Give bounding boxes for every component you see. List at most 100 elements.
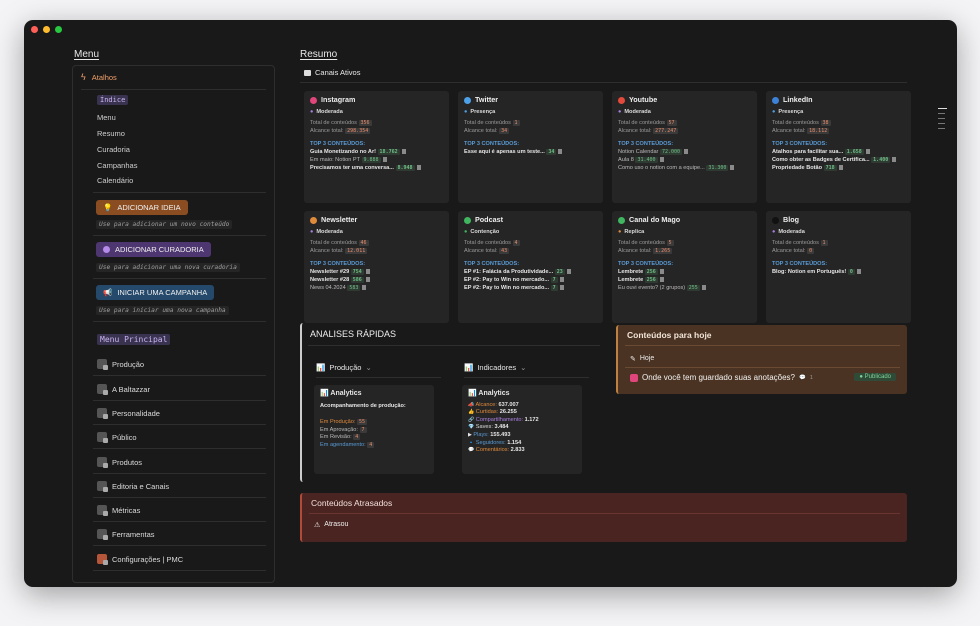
top-content-title: News 04.2024 (310, 285, 346, 291)
top-content-item[interactable]: Atalhos para facilitar sua... 1.658 (772, 148, 905, 156)
tab-producao[interactable]: 📊 Produção ⌄ (316, 363, 372, 372)
start-campaign-button[interactable]: 📢 INICIAR UMA CAMPANHA (96, 285, 215, 300)
top3-heading: TOP 3 CONTEÚDOS: (618, 141, 674, 147)
link-campanhas[interactable]: Campanhas (97, 161, 137, 170)
top-content-item[interactable]: EP #2: Pay to Win no mercado... 7 (464, 276, 597, 284)
lightbulb-icon: 💡 (103, 203, 113, 212)
total-row: Total de conteúdos 5 (618, 239, 751, 247)
link-menu[interactable]: Menu (97, 113, 116, 122)
channel-card[interactable]: Twitter ● Presença Total de conteúdos 1 Alca… (458, 91, 603, 203)
alcance-label: Alcance total: (310, 248, 344, 254)
channel-card[interactable]: Youtube ● Moderada Total de conteúdos 57 Alc… (612, 91, 757, 203)
indicador-value: 1.172 (524, 416, 539, 423)
top-content-item[interactable]: Em maio: Notion PT 9.888 (310, 156, 443, 164)
menu-item-produtos[interactable]: Produtos (97, 457, 142, 468)
row-label: Em Produção: (320, 419, 356, 426)
top-content-item[interactable]: Lembrete 256 (618, 276, 751, 284)
alcance-row: Alcance total: 12.011 (310, 247, 443, 255)
menu-item-editoria[interactable]: Editoria e Canais (97, 481, 170, 492)
row-label: Em Aprovação: (320, 426, 358, 433)
indicadores-analytics-card[interactable]: 📊 Analytics 📣 Alcance: 637.007 👍 Curtidas… (462, 385, 582, 474)
top-content-item[interactable]: Propriedade Botão 718 (772, 164, 905, 172)
page-icon (382, 157, 387, 163)
divider (93, 424, 266, 425)
producao-analytics-card[interactable]: 📊 Analytics Acompanhamento de produção: … (314, 385, 434, 474)
atrasados-view[interactable]: ⚠ Atrasou (314, 521, 348, 529)
top-content-item[interactable]: Esse aqui é apenas um teste... 34 (464, 148, 597, 156)
menu-item-label: Editoria e Canais (112, 481, 170, 491)
channel-card[interactable]: Podcast ● Contenção Total de conteúdos 4 Alc… (458, 211, 603, 323)
channel-card[interactable]: Newsletter ● Moderada Total de conteúdos 46… (304, 211, 449, 323)
channel-status: ● Moderada (310, 228, 443, 236)
menu-item-personalidade[interactable]: Personalidade (97, 408, 160, 419)
link-indice[interactable]: Índice (97, 95, 129, 105)
top-content-item[interactable]: Lembrete 256 (618, 268, 751, 276)
add-curadoria-button[interactable]: ADICIONAR CURADORIA (96, 242, 211, 257)
menu-item-metricas[interactable]: Métricas (97, 505, 140, 516)
top-content-item[interactable]: Guia Monetizando no Ar! 18.762 (310, 148, 443, 156)
top-content-item[interactable]: Notion Calendar 72.000 (618, 148, 751, 156)
chevron-down-icon: ⌄ (520, 363, 527, 372)
total-value: 5 (666, 240, 674, 246)
status-icon: ● (310, 109, 314, 115)
channel-card[interactable]: Canal do Mago ● Replica Total de conteúdos … (612, 211, 757, 323)
add-curadoria-label: ADICIONAR CURADORIA (115, 245, 204, 254)
top-content-value: 1.400 (871, 157, 891, 163)
page-icon (856, 269, 861, 275)
top-content-item[interactable]: Newsletter #28 586 (310, 276, 443, 284)
link-calendario[interactable]: Calendário (97, 176, 133, 185)
top-content-item[interactable]: Newsletter #29 754 (310, 268, 443, 276)
menu-item-publico[interactable]: Público (97, 432, 137, 443)
tab-indicadores[interactable]: 📊 Indicadores ⌄ (464, 363, 526, 372)
menu-item-producao[interactable]: Produção (97, 359, 144, 370)
page-icon (659, 269, 664, 275)
indicador-value: 3.484 (494, 424, 509, 431)
channel-icon (772, 96, 779, 104)
menu-item-ferramentas[interactable]: Ferramentas (97, 529, 155, 540)
add-idea-button[interactable]: 💡 ADICIONAR IDEIA (96, 200, 188, 215)
top-content-item[interactable]: Como uso o notion com a equipe... 31.300 (618, 164, 751, 172)
alcance-value: 12.011 (345, 248, 368, 254)
top-content-value: 18.762 (377, 149, 400, 155)
top-content-item[interactable]: EP #2: Pay to Win no mercado... 7 (464, 284, 597, 292)
top-content-item[interactable]: EP #1: Falácia da Produtividade... 23 (464, 268, 597, 276)
zoom-window-button[interactable] (55, 26, 62, 33)
close-window-button[interactable] (31, 26, 38, 33)
analises-title: ANALISES RÁPIDAS (310, 329, 397, 339)
hoje-item[interactable]: Onde você tem guardado suas anotações? 💬… (630, 373, 813, 382)
megaphone-icon: 📢 (103, 288, 113, 297)
divider (309, 513, 900, 514)
channel-card[interactable]: Instagram ● Moderada Total de conteúdos 356… (304, 91, 449, 203)
toc-line (938, 108, 947, 109)
alcance-label: Alcance total: (772, 128, 806, 134)
channel-card[interactable]: LinkedIn ● Presença Total de conteúdos 38 Al… (766, 91, 911, 203)
menu-item-baltazzar[interactable]: A Baltazzar (97, 384, 150, 395)
top-content-item[interactable]: Eu ouvi evento? (2 grupos) 255 (618, 284, 751, 292)
menu-principal-heading: Menu Principal (97, 334, 171, 345)
channel-icon (464, 96, 471, 104)
resumo-title: Resumo (300, 49, 338, 60)
row-label: Em Revisão: (320, 434, 352, 441)
top-content-value: 9.888 (361, 157, 381, 163)
divider (93, 570, 266, 571)
top-content-item[interactable]: News 04.2024 583 (310, 284, 443, 292)
top-content-item[interactable]: Precisamos ter uma conversa... 8.948 (310, 164, 443, 172)
top-content-item[interactable]: Como obter as Badges de Certifica... 1.4… (772, 156, 905, 164)
status-icon: ● (464, 229, 468, 235)
top-content-item[interactable]: Blog: Notion em Português! 0 (772, 268, 905, 276)
link-curadoria[interactable]: Curadoria (97, 145, 130, 154)
channel-icon (464, 216, 471, 224)
hoje-view[interactable]: ✎ Hoje (630, 355, 654, 363)
page-icon (865, 149, 870, 155)
total-label: Total de conteúdos (310, 120, 357, 126)
top3-heading: TOP 3 CONTEÚDOS: (464, 261, 520, 267)
table-of-contents-indicator[interactable] (938, 108, 947, 129)
channel-card[interactable]: Blog ● Moderada Total de conteúdos 1 Alcance… (766, 211, 911, 323)
link-resumo[interactable]: Resumo (97, 129, 125, 138)
top-content-item[interactable]: Aula 8 31.400 (618, 156, 751, 164)
top-content-value: 718 (823, 165, 837, 171)
minimize-window-button[interactable] (43, 26, 50, 33)
hoje-title: Conteúdos para hoje (627, 330, 712, 340)
menu-item-configuracoes[interactable]: Configurações | PMC (97, 554, 183, 565)
hoje-view-label: Hoje (639, 355, 655, 362)
